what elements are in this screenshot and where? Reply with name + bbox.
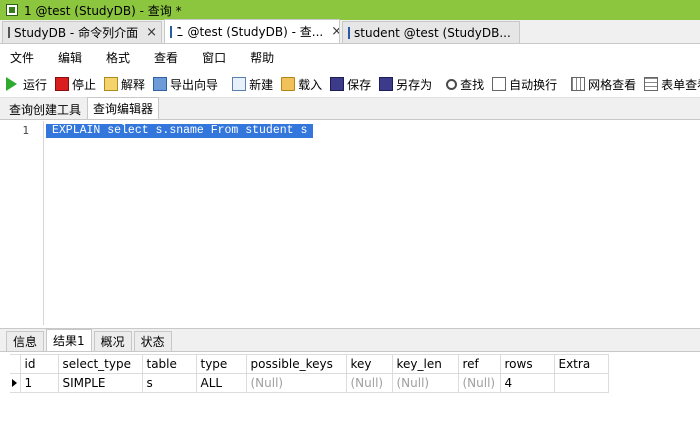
grid-header-row: id select_type table type possible_keys … <box>10 354 609 374</box>
save-icon <box>330 77 345 91</box>
word-wrap-icon <box>492 77 507 91</box>
line-number: 1 <box>22 124 29 137</box>
explain-icon <box>104 77 119 91</box>
export-icon <box>153 77 168 91</box>
arrow-right-icon <box>12 379 17 387</box>
console-icon <box>8 27 10 38</box>
menu-edit[interactable]: 编辑 <box>58 49 82 66</box>
title-bar: 1 @test (StudyDB) - 查询 * <box>0 0 700 20</box>
grid-view-button[interactable]: 网格查看 <box>571 76 636 93</box>
grid-cell[interactable]: (Null) <box>245 373 347 393</box>
column-header[interactable]: select_type <box>57 354 143 374</box>
tab-info[interactable]: 信息 <box>6 331 45 351</box>
grid-cell[interactable]: SIMPLE <box>57 373 143 393</box>
column-header[interactable]: rows <box>499 354 555 374</box>
column-header[interactable]: ref <box>457 354 501 374</box>
menu-file[interactable]: 文件 <box>10 49 34 66</box>
column-header[interactable]: type <box>195 354 247 374</box>
menu-format[interactable]: 格式 <box>106 49 130 66</box>
column-header[interactable]: key_len <box>391 354 459 374</box>
save-as-icon <box>379 77 394 91</box>
grid-cell[interactable]: ALL <box>195 373 247 393</box>
toolbar: 运行 停止 解释 导出向导 新建 载入 保存 另存为 查找 自动换行 网格查看 <box>0 71 700 98</box>
selected-code-line[interactable]: EXPLAIN select s.sname From student s <box>46 124 314 138</box>
word-wrap-button[interactable]: 自动换行 <box>492 76 557 93</box>
save-button[interactable]: 保存 <box>330 76 371 93</box>
new-query-icon <box>232 77 247 91</box>
close-icon[interactable]: × <box>331 24 339 39</box>
table-row[interactable]: 1 SIMPLE s ALL (Null) (Null) (Null) (Nul… <box>10 373 609 393</box>
query-mode-tabs: 查询创建工具 查询编辑器 <box>0 97 700 120</box>
close-icon[interactable]: × <box>519 25 520 40</box>
row-header-corner <box>10 354 21 374</box>
tab-status[interactable]: 状态 <box>133 331 172 351</box>
result-tabs: 信息 结果1 概况 状态 <box>0 328 700 352</box>
tab-result-1[interactable]: 结果1 <box>46 329 92 351</box>
explain-button[interactable]: 解释 <box>104 76 145 93</box>
tab-label: 1 @test (StudyDB) - 查... <box>176 25 324 39</box>
form-icon <box>644 77 659 91</box>
sql-editor[interactable]: 1 EXPLAIN select s.sname From student s <box>0 121 700 325</box>
stop-button[interactable]: 停止 <box>55 76 96 93</box>
menu-help[interactable]: 帮助 <box>250 49 274 66</box>
grid-cell[interactable]: 4 <box>499 373 555 393</box>
grid-cell[interactable]: 1 <box>19 373 59 393</box>
tab-label: StudyDB - 命令列介面 <box>14 26 139 40</box>
form-view-button[interactable]: 表单查看 <box>644 76 700 93</box>
window-title: 1 @test (StudyDB) - 查询 * <box>24 3 182 18</box>
tab-command-line[interactable]: StudyDB - 命令列介面 × <box>2 21 162 43</box>
grid-cell[interactable]: (Null) <box>345 373 393 393</box>
line-gutter: 1 <box>0 121 44 325</box>
new-button[interactable]: 新建 <box>232 76 273 93</box>
column-header[interactable]: key <box>345 354 393 374</box>
save-as-button[interactable]: 另存为 <box>379 76 432 93</box>
close-icon[interactable]: × <box>146 25 157 40</box>
tab-query[interactable]: 1 @test (StudyDB) - 查... × <box>164 19 340 43</box>
search-icon <box>446 78 458 90</box>
tab-label: student @test (StudyDB... <box>354 25 511 40</box>
tab-query-editor[interactable]: 查询编辑器 <box>87 97 160 119</box>
play-icon <box>6 77 20 91</box>
grid-cell[interactable]: (Null) <box>391 373 459 393</box>
query-icon <box>170 25 181 38</box>
menu-bar: 文件 编辑 格式 查看 窗口 帮助 <box>0 45 700 70</box>
column-header[interactable]: table <box>141 354 197 374</box>
app-icon <box>6 4 18 16</box>
tab-query-builder[interactable]: 查询创建工具 <box>3 99 87 119</box>
result-grid[interactable]: id select_type table type possible_keys … <box>10 354 609 393</box>
column-header[interactable]: id <box>19 354 59 374</box>
export-wizard-button[interactable]: 导出向导 <box>153 76 218 93</box>
result-grid-area: id select_type table type possible_keys … <box>0 352 700 444</box>
grid-cell[interactable]: (Null) <box>457 373 501 393</box>
grid-cell[interactable] <box>553 373 609 393</box>
column-header[interactable]: Extra <box>553 354 609 374</box>
menu-view[interactable]: 查看 <box>154 49 178 66</box>
document-tab-strip: StudyDB - 命令列介面 × 1 @test (StudyDB) - 查.… <box>0 19 700 44</box>
run-button[interactable]: 运行 <box>6 76 47 93</box>
menu-window[interactable]: 窗口 <box>202 49 226 66</box>
find-button[interactable]: 查找 <box>446 76 484 93</box>
stop-icon <box>55 77 70 91</box>
tab-student-table[interactable]: student @test (StudyDB... × <box>342 21 520 43</box>
grid-cell[interactable]: s <box>141 373 197 393</box>
grid-icon <box>571 77 586 91</box>
current-row-indicator <box>10 373 21 393</box>
table-icon <box>348 26 350 39</box>
column-header[interactable]: possible_keys <box>245 354 347 374</box>
tab-profile[interactable]: 概况 <box>93 331 132 351</box>
load-button[interactable]: 载入 <box>281 76 322 93</box>
folder-icon <box>281 77 296 91</box>
